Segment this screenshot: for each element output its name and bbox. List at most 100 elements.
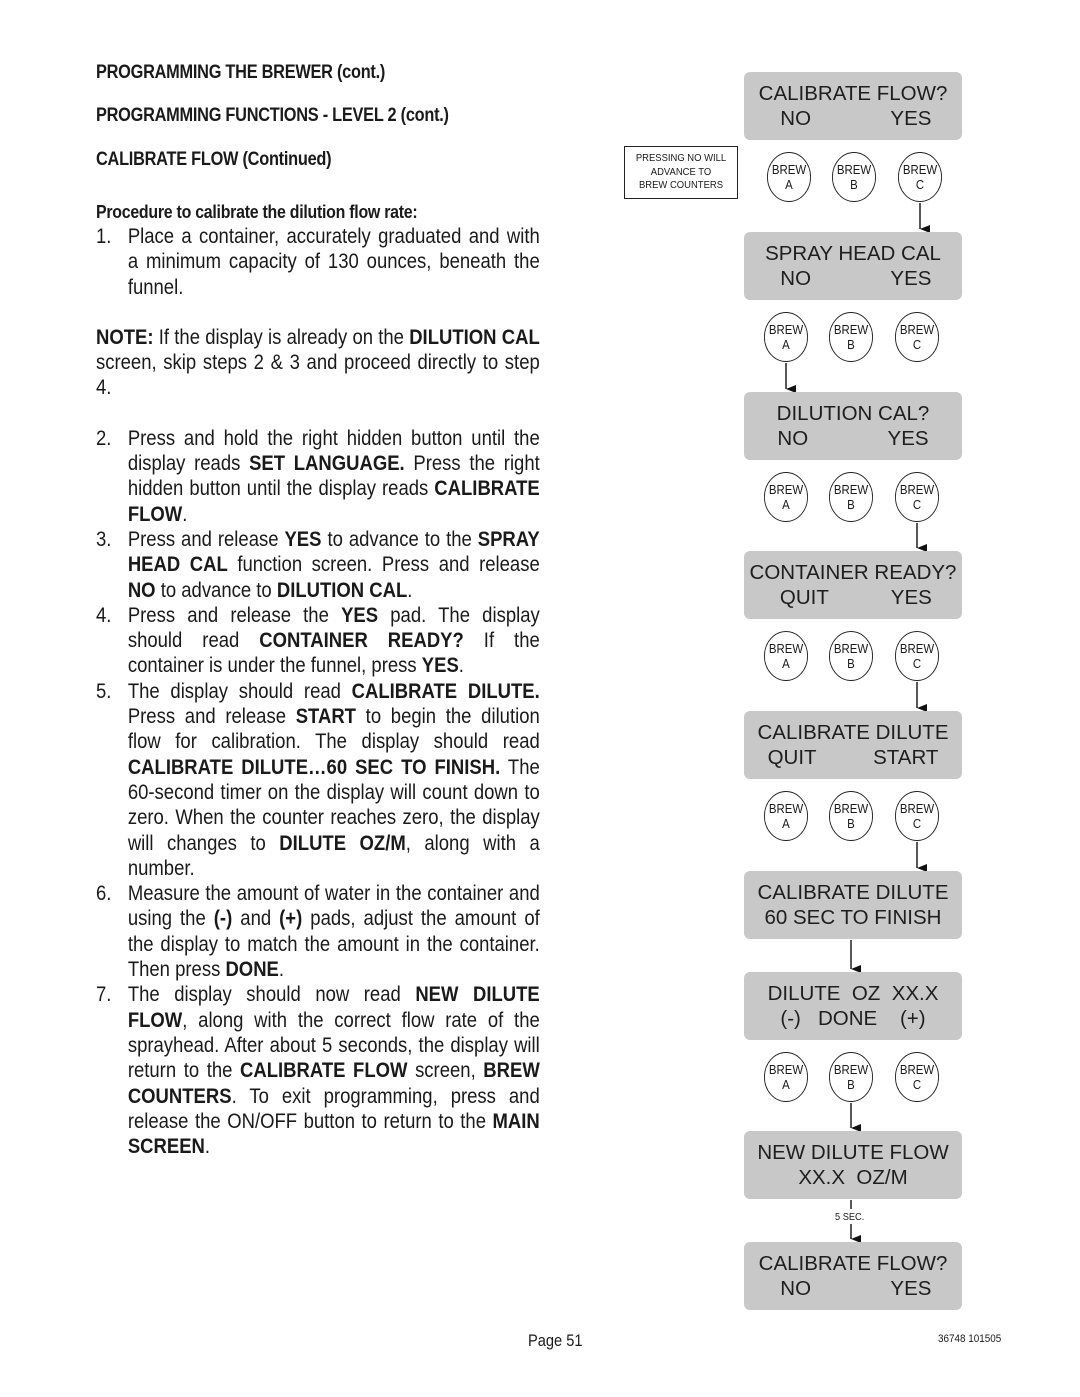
button-label: BREW xyxy=(899,641,935,656)
step-text: Place a container, accurately graduated … xyxy=(127,224,540,299)
brew-c-button[interactable]: BREW C xyxy=(895,312,939,362)
step-number: 7. xyxy=(96,982,112,1007)
brew-a-button[interactable]: BREW A xyxy=(764,791,808,841)
button-letter: A xyxy=(782,656,790,671)
button-letter: B xyxy=(847,337,855,352)
side-note-line: PRESSING NO WILL xyxy=(635,152,727,164)
screen-line-2: (-) DONE (+) xyxy=(780,1007,926,1030)
button-label: BREW xyxy=(771,162,807,177)
calibrate-flow-screen: CALIBRATE FLOW? NO YES xyxy=(744,72,962,140)
screen-line-1: DILUTION CAL? xyxy=(776,402,930,425)
brew-c-button[interactable]: BREW C xyxy=(895,791,939,841)
side-note-line: ADVANCE TO xyxy=(650,165,712,178)
brew-a-button[interactable]: BREW A xyxy=(764,312,808,362)
screen-line-2: NO YES xyxy=(774,1277,932,1300)
dilute-oz-screen: DILUTE OZ XX.X (-) DONE (+) xyxy=(744,972,962,1040)
calibrate-dilute-screen: CALIBRATE DILUTE QUIT START xyxy=(744,711,962,779)
step-text: . xyxy=(407,577,413,602)
brew-b-button[interactable]: BREW B xyxy=(829,312,873,362)
button-letter: A xyxy=(782,497,790,512)
button-letter: A xyxy=(785,177,793,192)
delay-label: 5 SEC. xyxy=(835,1211,865,1223)
new-dilute-flow-screen: NEW DILUTE FLOW XX.X OZ/M xyxy=(744,1131,962,1199)
button-label: BREW xyxy=(833,1062,869,1077)
step-text: Press and release xyxy=(127,526,285,551)
document-code: 36748 101505 xyxy=(938,1333,1002,1345)
step-bold: CONTAINER READY? xyxy=(259,628,464,653)
button-label: BREW xyxy=(899,322,935,337)
step-bold: CALIBRATE FLOW xyxy=(240,1058,408,1083)
button-letter: B xyxy=(847,497,855,512)
button-label: BREW xyxy=(768,322,804,337)
step-bold: DONE xyxy=(225,957,279,982)
button-letter: C xyxy=(912,656,922,671)
button-letter: B xyxy=(847,816,855,831)
brew-b-button[interactable]: BREW B xyxy=(829,631,873,681)
step-text: . xyxy=(204,1134,211,1159)
step-6: 6. Measure the amount of water in the con… xyxy=(96,881,540,982)
step-bold: NO xyxy=(127,577,156,602)
step-bold: DILUTE OZ/M xyxy=(279,830,406,855)
side-note-box: PRESSING NO WILL ADVANCE TO BREW COUNTER… xyxy=(624,146,738,199)
brew-b-button[interactable]: BREW B xyxy=(829,1052,873,1102)
step-text: Press and release xyxy=(127,704,296,729)
step-bold: DILUTION CAL xyxy=(276,577,408,602)
step-number: 5. xyxy=(96,678,112,703)
button-letter: B xyxy=(847,656,855,671)
subsection-title: CALIBRATE FLOW (Continued) xyxy=(96,149,332,170)
screen-line-2: XX.X OZ/M xyxy=(798,1166,908,1189)
button-label: BREW xyxy=(768,641,804,656)
step-number: 4. xyxy=(96,602,112,627)
button-label: BREW xyxy=(833,322,869,337)
brew-c-button[interactable]: BREW C xyxy=(895,631,939,681)
step-text: . xyxy=(182,501,188,526)
screen-line-1: CALIBRATE DILUTE xyxy=(757,881,949,904)
note-text: If the display is already on the xyxy=(153,324,410,349)
screen-line-2: QUIT START xyxy=(767,746,939,769)
brew-b-button[interactable]: BREW B xyxy=(829,472,873,522)
button-letter: C xyxy=(912,816,922,831)
brew-c-button[interactable]: BREW C xyxy=(895,472,939,522)
step-bold: START xyxy=(295,704,356,729)
calibrate-dilute-timer-screen: CALIBRATE DILUTE 60 SEC TO FINISH xyxy=(744,871,962,939)
button-letter: C xyxy=(912,1077,922,1092)
step-text: screen, xyxy=(407,1058,484,1083)
screen-line-1: CALIBRATE FLOW? xyxy=(758,1252,948,1275)
button-label: BREW xyxy=(768,801,804,816)
step-bold: (+) xyxy=(279,906,303,931)
brew-a-button[interactable]: BREW A xyxy=(767,152,811,202)
step-bold: (-) xyxy=(213,906,233,931)
button-letter: C xyxy=(915,177,925,192)
step-bold: CALIBRATE DILUTE. xyxy=(351,678,540,703)
brew-c-button[interactable]: BREW C xyxy=(898,152,942,202)
step-bold: CALIBRATE DILUTE…60 SEC TO FINISH. xyxy=(127,754,501,779)
step-3: 3. Press and release YES to advance to th… xyxy=(96,527,540,603)
screen-line-2: QUIT YES xyxy=(774,586,932,609)
dilution-cal-screen: DILUTION CAL? NO YES xyxy=(744,392,962,460)
screen-line-2: NO YES xyxy=(774,107,932,130)
button-label: BREW xyxy=(833,482,869,497)
button-label: BREW xyxy=(899,482,935,497)
step-bold: SET LANGUAGE. xyxy=(249,451,405,476)
brew-c-button[interactable]: BREW C xyxy=(895,1052,939,1102)
screen-line-1: SPRAY HEAD CAL xyxy=(765,242,941,265)
button-letter: B xyxy=(850,177,858,192)
brew-a-button[interactable]: BREW A xyxy=(764,472,808,522)
button-label: BREW xyxy=(768,482,804,497)
step-text: The display should now read xyxy=(127,982,416,1007)
brew-a-button[interactable]: BREW A xyxy=(764,1052,808,1102)
button-label: BREW xyxy=(833,801,869,816)
screen-line-1: CONTAINER READY? xyxy=(749,561,957,584)
step-5: 5. The display should read CALIBRATE DILU… xyxy=(96,679,540,881)
container-ready-screen: CONTAINER READY? QUIT YES xyxy=(744,551,962,619)
button-label: BREW xyxy=(833,641,869,656)
button-letter: B xyxy=(847,1077,855,1092)
brew-b-button[interactable]: BREW B xyxy=(829,791,873,841)
button-label: BREW xyxy=(899,801,935,816)
brew-b-button[interactable]: BREW B xyxy=(832,152,876,202)
step-text: . xyxy=(278,957,285,982)
step-text: and xyxy=(232,906,280,931)
screen-line-1: CALIBRATE FLOW? xyxy=(758,82,948,105)
step-bold: YES xyxy=(341,602,379,627)
brew-a-button[interactable]: BREW A xyxy=(764,631,808,681)
